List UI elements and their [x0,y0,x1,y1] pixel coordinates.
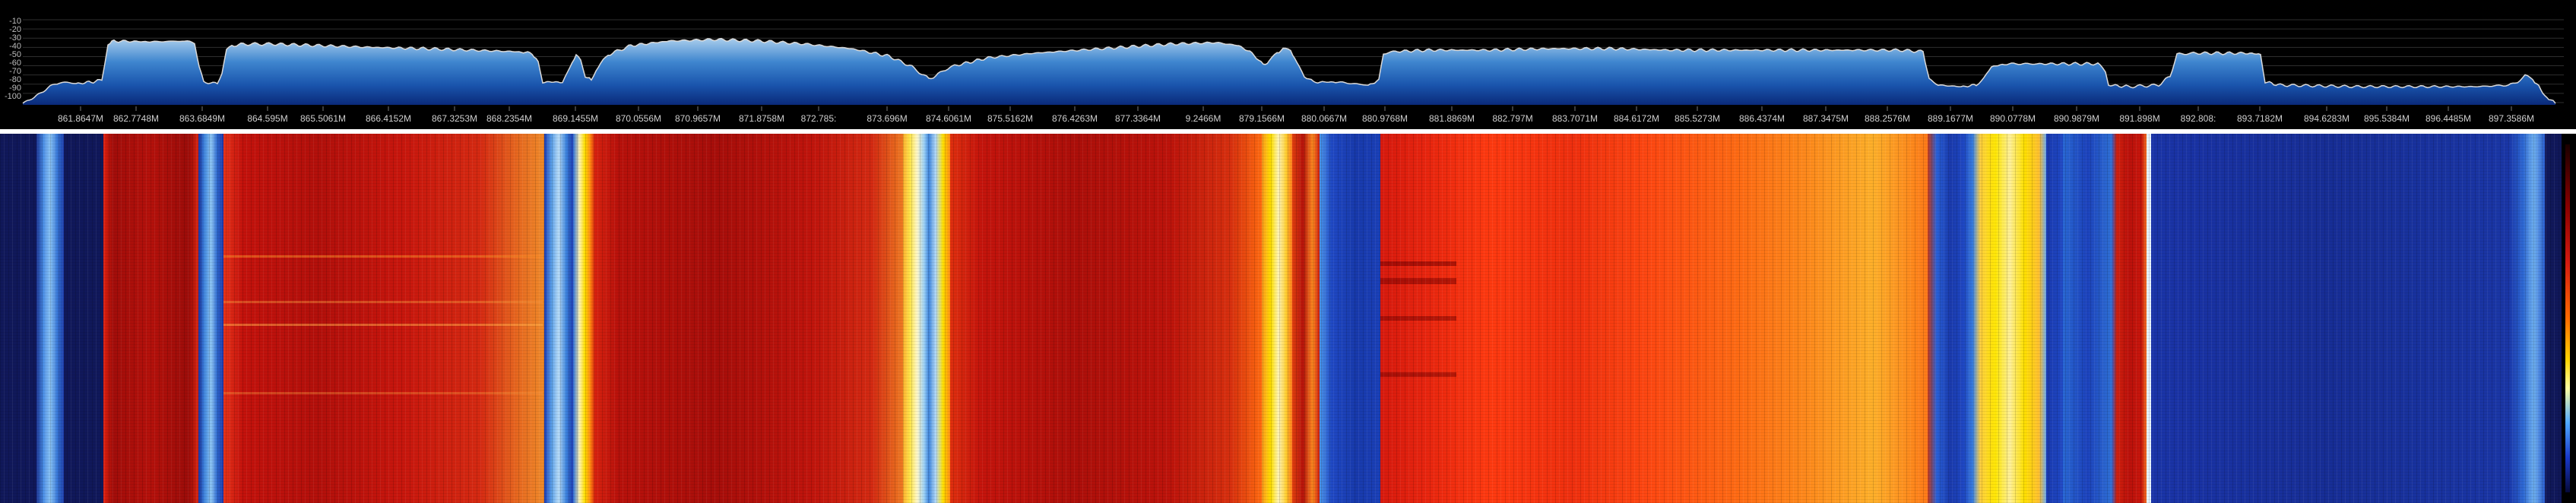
waterfall-signal-edge [198,134,223,503]
waterfall-carrier-band [2112,134,2147,503]
waterfall-weak-band [1320,134,1380,503]
freq-label-5: 866.4152M [365,113,412,124]
waterfall-signal-edge [2508,134,2545,503]
freq-label-14: 874.6061M [925,113,972,124]
freq-label-18: 9.2466M [1185,113,1221,124]
freq-label-22: 881.8869M [1428,113,1475,124]
freq-label-27: 886.4374M [1738,113,1785,124]
waterfall-weak-band [2046,134,2063,503]
freq-label-36: 894.6283M [2303,113,2350,124]
waterfall-signal-edge [1262,134,1292,503]
waterfall-burst-line [1380,261,1456,266]
freq-label-21: 880.9768M [1361,113,1408,124]
freq-label-25: 884.6172M [1613,113,1660,124]
waterfall-carrier-band [103,134,198,503]
freq-label-12: 872.785: [800,113,837,124]
freq-label-11: 871.8758M [738,113,785,124]
freq-label-15: 875.5162M [987,113,1034,124]
waterfall-burst-line [223,392,543,394]
waterfall-carrier-band [1380,134,1928,503]
waterfall-signal-edge [544,134,573,503]
freq-label-20: 880.0667M [1301,113,1348,124]
spectrum-analyzer-window: -10 -20 -30 -40 -50 -60 -70 -80 -90 -100… [0,0,2576,503]
freq-label-17: 877.3364M [1114,113,1161,124]
freq-label-8: 869.1455M [552,113,599,124]
freq-label-6: 867.3253M [431,113,478,124]
freq-label-0: 861.8647M [57,113,104,124]
waterfall-carrier-band [1292,134,1320,503]
waterfall-burst-line [1380,372,1456,377]
spectrum-plot[interactable]: -10 -20 -30 -40 -50 -60 -70 -80 -90 -100… [0,0,2576,134]
freq-label-24: 883.7071M [1551,113,1599,124]
freq-label-9: 870.0556M [615,113,662,124]
freq-label-4: 865.5061M [299,113,347,124]
waterfall-burst-line [1380,316,1456,321]
freq-label-30: 889.1677M [1927,113,1974,124]
db-label-9: -100 [4,92,21,101]
freq-label-16: 876.4263M [1051,113,1098,124]
waterfall-signal-edge [36,134,64,503]
freq-label-34: 892.808: [2180,113,2216,124]
waterfall-display[interactable] [0,134,2562,503]
freq-label-33: 891.898M [2119,113,2160,124]
freq-label-10: 870.9657M [674,113,721,124]
freq-label-35: 893.7182M [2236,113,2283,124]
frequency-tick-marks [80,106,2512,111]
waterfall-burst-line [223,324,543,326]
freq-label-38: 896.4485M [2425,113,2472,124]
waterfall-burst-line [1380,278,1456,284]
waterfall-burst-line [223,301,543,303]
waterfall-carrier-band [223,134,544,503]
freq-label-29: 888.2576M [1864,113,1911,124]
freq-label-19: 879.1566M [1238,113,1285,124]
waterfall-weak-band [2151,134,2508,503]
freq-label-28: 887.3475M [1802,113,1849,124]
freq-label-13: 873.696M [867,113,908,124]
waterfall-signal-edge [903,134,950,503]
freq-label-39: 897.3586M [2488,113,2535,124]
waterfall-burst-line [223,255,543,258]
intensity-colorbar [2562,134,2576,503]
colorbar-gradient [2565,144,2570,492]
waterfall-carrier-band [594,134,903,503]
waterfall-weak-band [2063,134,2112,503]
waterfall-weak-band [1928,134,1973,503]
freq-label-1: 862.7748M [112,113,160,124]
freq-label-3: 864.595M [247,113,288,124]
waterfall-signal-edge [573,134,594,503]
freq-label-2: 863.6849M [179,113,226,124]
waterfall-carrier-band [950,134,1262,503]
freq-label-31: 890.0778M [1989,113,2036,124]
freq-label-32: 890.9879M [2053,113,2100,124]
freq-label-26: 885.5273M [1674,113,1721,124]
freq-label-23: 882.797M [1492,113,1533,124]
spectrum-graph[interactable] [0,0,2576,129]
waterfall-peak-band [1973,134,2046,503]
freq-label-7: 868.2354M [486,113,533,124]
freq-label-37: 895.5384M [2363,113,2410,124]
